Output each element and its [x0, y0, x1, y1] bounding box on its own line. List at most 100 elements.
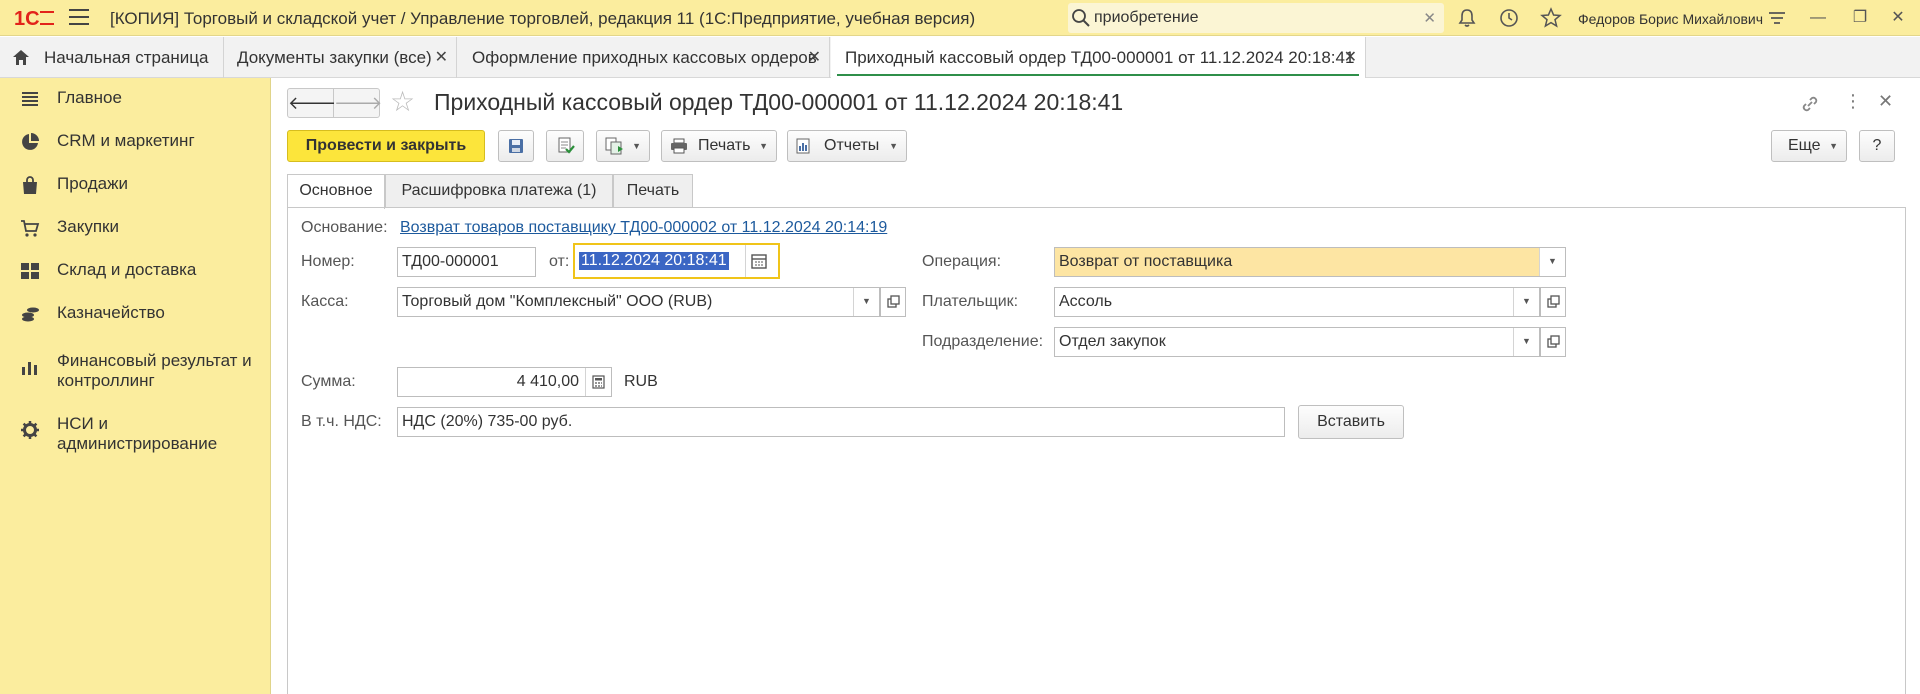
tab-payment-details[interactable]: Расшифровка платежа (1)	[385, 174, 613, 208]
tab-label: Начальная страница	[44, 48, 209, 67]
favorites-star-icon[interactable]	[1540, 7, 1562, 29]
document-form: 🡐 🡒 ☆ Приходный кассовый ордер ТД00-0000…	[272, 78, 1920, 694]
close-window-button[interactable]: ✕	[1886, 6, 1910, 30]
division-label: Подразделение:	[922, 333, 1044, 350]
basis-label: Основание:	[301, 219, 388, 236]
reports-button-label: Отчеты	[824, 137, 880, 154]
close-form-icon[interactable]: ✕	[1878, 91, 1893, 112]
tab-purchase-documents[interactable]: Документы закупки (все) ✕	[225, 37, 457, 78]
history-icon[interactable]	[1498, 7, 1520, 29]
sidebar-item-crm[interactable]: CRM и маркетинг	[0, 122, 271, 162]
more-vertical-icon[interactable]: ⋮	[1844, 91, 1862, 112]
calendar-icon[interactable]	[751, 253, 767, 269]
app-title: [КОПИЯ] Торговый и складской учет / Упра…	[110, 9, 976, 28]
tab-label: Документы закупки (все)	[237, 48, 432, 67]
shopping-bag-icon	[23, 176, 37, 194]
tab-print[interactable]: Печать	[613, 174, 693, 208]
home-icon	[13, 50, 29, 65]
bell-icon[interactable]	[1456, 7, 1478, 29]
coins-icon	[22, 307, 39, 322]
chevron-down-icon[interactable]: ▼	[1539, 248, 1565, 276]
link-icon[interactable]	[1800, 94, 1820, 114]
sidebar-item-nsi-admin[interactable]: НСИ и администрирование	[0, 405, 271, 455]
print-button[interactable]: Печать ▼	[661, 130, 777, 162]
bar-chart-icon	[22, 362, 37, 375]
cash-open-button[interactable]	[880, 287, 906, 317]
1c-logo-icon[interactable]: 1C	[14, 6, 56, 30]
history-nav: 🡐 🡒	[287, 88, 382, 118]
sidebar-item-label: Главное	[57, 88, 122, 107]
payer-select[interactable]: Ассоль ▼	[1054, 287, 1540, 317]
search-icon	[1072, 9, 1090, 27]
tab-main[interactable]: Основное	[287, 174, 385, 209]
payer-value: Ассоль	[1059, 293, 1113, 310]
sum-value: 4 410,00	[516, 373, 579, 390]
chevron-down-icon[interactable]: ▼	[1513, 288, 1539, 316]
division-select[interactable]: Отдел закупок ▼	[1054, 327, 1540, 357]
back-arrow-icon[interactable]: 🡐	[288, 89, 336, 117]
tab-cash-orders[interactable]: Оформление приходных кассовых ордеров ✕	[458, 37, 830, 78]
chevron-down-icon[interactable]: ▼	[853, 288, 879, 316]
date-field-divider	[745, 245, 746, 277]
sidebar-item-treasury[interactable]: Казначейство	[0, 294, 271, 334]
tab-close-icon[interactable]: ✕	[1344, 37, 1357, 78]
cash-select[interactable]: Торговый дом "Комплексный" ООО (RUB) ▼	[397, 287, 880, 317]
minimize-button[interactable]: —	[1806, 6, 1830, 30]
menu-lines-icon	[22, 92, 38, 106]
reports-button[interactable]: Отчеты ▼	[787, 130, 907, 162]
pie-chart-icon	[22, 133, 39, 150]
restore-button[interactable]: ❐	[1848, 6, 1872, 30]
sidebar-item-financial-result[interactable]: Финансовый результат и контроллинг	[0, 342, 271, 392]
sidebar-item-sales[interactable]: Продажи	[0, 165, 271, 205]
main-menu-icon[interactable]	[69, 9, 89, 27]
sum-field[interactable]: 4 410,00	[397, 367, 612, 397]
cash-value: Торговый дом "Комплексный" ООО (RUB)	[402, 293, 713, 310]
save-button[interactable]	[498, 130, 534, 162]
tab-cash-receipt-order[interactable]: Приходный кассовый ордер ТД00-000001 от …	[831, 37, 1366, 78]
create-based-icon	[605, 137, 623, 155]
settings-menu-icon[interactable]	[1766, 7, 1788, 29]
more-button[interactable]: Еще ▼	[1771, 130, 1847, 162]
sidebar-item-purchases[interactable]: Закупки	[0, 208, 271, 248]
gear-icon	[21, 421, 39, 439]
app-window: 1C [КОПИЯ] Торговый и складской учет / У…	[0, 0, 1920, 694]
cash-label: Касса:	[301, 293, 349, 310]
sidebar-item-label: Закупки	[57, 217, 119, 236]
tab-close-icon[interactable]: ✕	[808, 37, 821, 78]
favorite-star-icon[interactable]: ☆	[390, 87, 415, 117]
chevron-down-icon: ▼	[889, 141, 898, 151]
search-clear-icon[interactable]: ✕	[1423, 9, 1436, 27]
post-and-close-button[interactable]: Провести и закрыть	[287, 130, 485, 162]
tab-label: Приходный кассовый ордер ТД00-000001 от …	[845, 48, 1355, 67]
number-field[interactable]: ТД00-000001	[397, 247, 536, 277]
operation-label: Операция:	[922, 253, 1002, 270]
payer-open-button[interactable]	[1540, 287, 1566, 317]
tab-home[interactable]: Начальная страница	[0, 37, 224, 78]
division-open-button[interactable]	[1540, 327, 1566, 357]
date-field[interactable]: 11.12.2024 20:18:41	[573, 243, 780, 279]
post-document-icon	[558, 137, 575, 154]
svg-text:1C: 1C	[14, 8, 40, 30]
chevron-down-icon[interactable]: ▼	[1513, 328, 1539, 356]
operation-select[interactable]: Возврат от поставщика ▼	[1054, 247, 1566, 277]
sidebar-item-main[interactable]: Главное	[0, 79, 271, 119]
open-window-icon	[1547, 295, 1560, 308]
chevron-down-icon: ▼	[759, 141, 768, 151]
vat-field[interactable]: НДС (20%) 735-00 руб.	[397, 407, 1285, 437]
tab-close-icon[interactable]: ✕	[435, 37, 448, 78]
help-button[interactable]: ?	[1859, 130, 1895, 162]
number-label: Номер:	[301, 253, 355, 270]
post-button[interactable]	[546, 130, 584, 162]
create-based-on-button[interactable]: ▼	[596, 130, 650, 162]
calculator-icon	[592, 375, 605, 389]
global-search[interactable]: ✕	[1068, 3, 1444, 33]
save-disk-icon	[509, 139, 523, 153]
insert-button[interactable]: Вставить	[1298, 405, 1404, 439]
forward-arrow-icon[interactable]: 🡒	[334, 89, 382, 117]
sidebar-item-warehouse[interactable]: Склад и доставка	[0, 251, 271, 291]
basis-link[interactable]: Возврат товаров поставщику ТД00-000002 о…	[400, 219, 887, 237]
search-input[interactable]	[1094, 7, 1404, 29]
sidebar-item-label: CRM и маркетинг	[57, 131, 195, 150]
user-name[interactable]: Федоров Борис Михайлович	[1578, 11, 1763, 27]
calculator-button[interactable]	[585, 368, 611, 396]
